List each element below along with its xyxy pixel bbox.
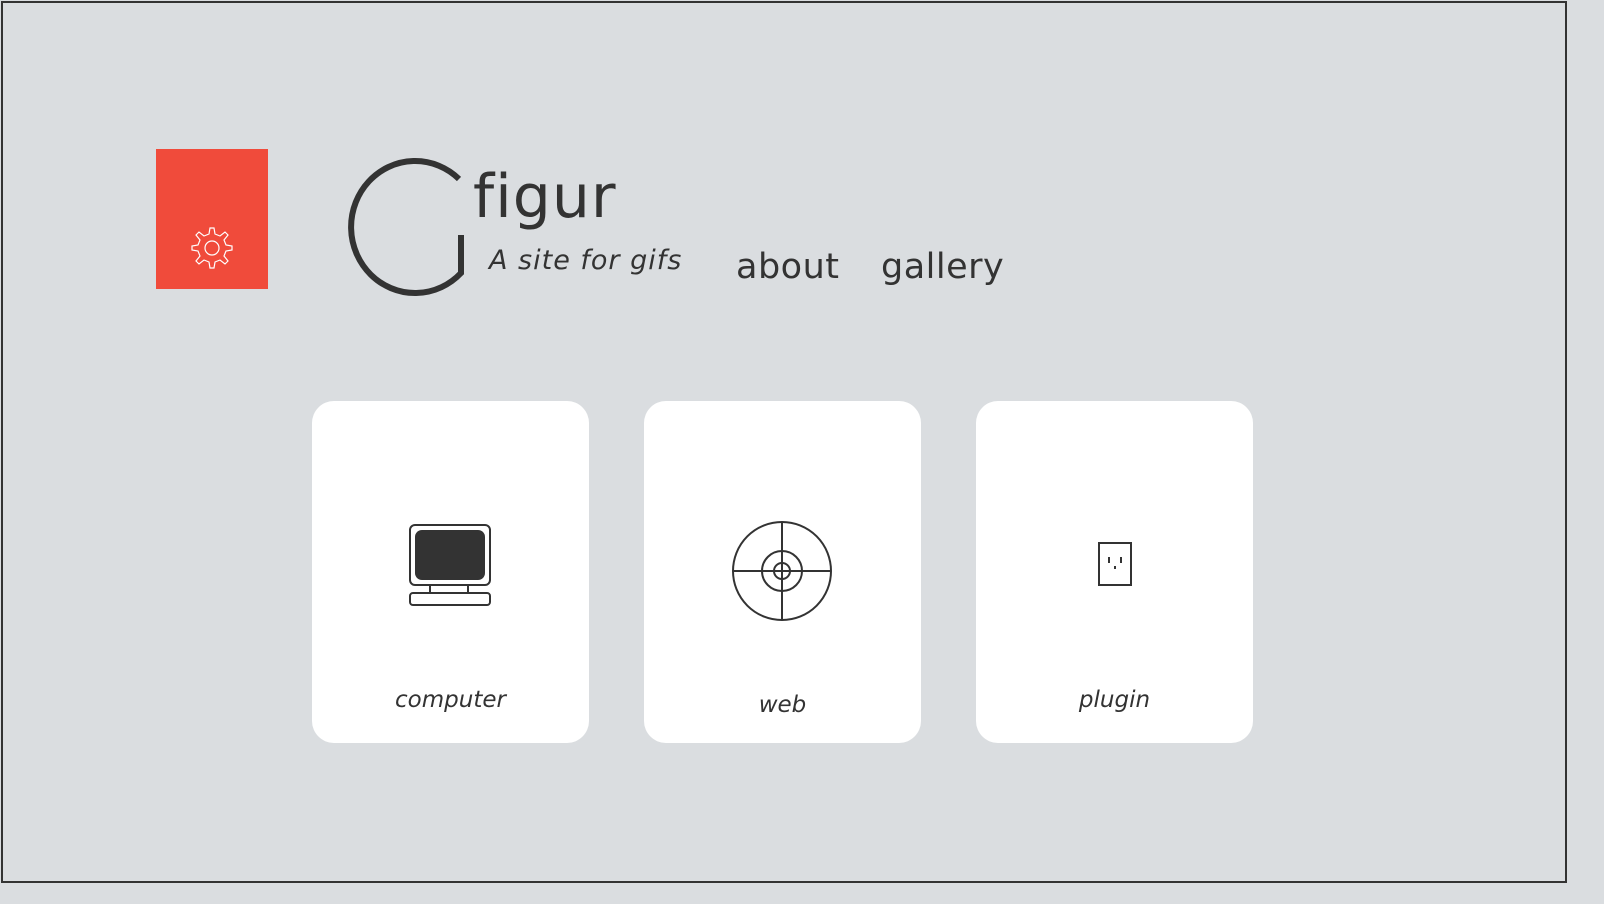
web-card[interactable]: web bbox=[644, 401, 921, 743]
computer-card[interactable]: computer bbox=[312, 401, 589, 743]
power-outlet-icon bbox=[1098, 542, 1132, 586]
tagline: A site for gifs bbox=[489, 245, 683, 276]
gear-icon bbox=[191, 227, 233, 269]
page-frame: figur A site for gifs about gallery comp… bbox=[1, 1, 1567, 883]
settings-button[interactable] bbox=[156, 149, 268, 289]
plugin-card[interactable]: plugin bbox=[976, 401, 1253, 743]
computer-icon bbox=[409, 524, 491, 606]
nav-about-link[interactable]: about bbox=[736, 244, 839, 290]
plugin-label: plugin bbox=[1078, 687, 1151, 713]
computer-label: computer bbox=[395, 687, 506, 713]
brand-name: figur bbox=[473, 162, 617, 232]
crosshair-globe-icon bbox=[732, 521, 832, 621]
logo-g-icon bbox=[348, 158, 464, 297]
web-label: web bbox=[758, 692, 807, 718]
nav-gallery-link[interactable]: gallery bbox=[881, 244, 1004, 290]
